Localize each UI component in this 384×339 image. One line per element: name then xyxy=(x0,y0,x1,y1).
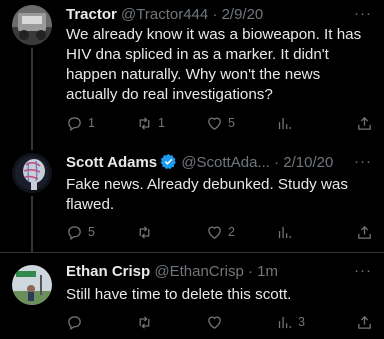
tweet-time[interactable]: · 2/9/20 xyxy=(212,6,263,23)
tweet-header: Ethan Crisp @EthanCrisp · 1m xyxy=(66,262,376,282)
reply-count: 5 xyxy=(88,225,95,239)
tweet-ethan-crisp[interactable]: Ethan Crisp @EthanCrisp · 1m ··· Still h… xyxy=(0,262,384,339)
author-name[interactable]: Tractor xyxy=(66,6,117,23)
like-button[interactable]: 5 xyxy=(206,113,235,133)
views-button[interactable] xyxy=(276,222,298,242)
views-button[interactable] xyxy=(276,113,298,133)
heart-icon xyxy=(208,117,221,130)
share-icon xyxy=(358,315,371,329)
author-name[interactable]: Scott Adams xyxy=(66,154,157,171)
author-handle[interactable]: @ScottAda... xyxy=(181,154,270,171)
like-count: 2 xyxy=(228,225,235,239)
reply-button[interactable] xyxy=(66,312,88,332)
author-handle[interactable]: @Tractor444 xyxy=(121,6,208,23)
avatar[interactable] xyxy=(12,153,52,193)
retweet-button[interactable]: 1 xyxy=(136,113,165,133)
share-button[interactable] xyxy=(356,113,373,133)
tweet-header: Scott Adams @ScottAda... · 2/10/20 xyxy=(66,153,376,173)
more-icon[interactable]: ··· xyxy=(354,262,372,279)
tweet-actions: 3 xyxy=(66,312,374,332)
more-icon[interactable]: ··· xyxy=(354,5,372,22)
like-button[interactable]: 2 xyxy=(206,222,235,242)
author-name[interactable]: Ethan Crisp xyxy=(66,263,150,280)
heart-icon xyxy=(208,226,221,239)
views-icon xyxy=(278,117,291,129)
reply-icon xyxy=(68,116,81,131)
retweet-count: 1 xyxy=(158,116,165,130)
retweet-icon xyxy=(139,315,150,329)
retweet-button[interactable] xyxy=(136,222,158,242)
tweet-time[interactable]: · 2/10/20 xyxy=(274,154,333,171)
tweet-header: Tractor @Tractor444 · 2/9/20 xyxy=(66,5,376,25)
reply-button[interactable]: 1 xyxy=(66,113,95,133)
reply-button[interactable]: 5 xyxy=(66,222,95,242)
author-handle[interactable]: @EthanCrisp xyxy=(154,263,243,280)
views-button[interactable]: 3 xyxy=(276,312,305,332)
tweet-tractor[interactable]: Tractor @Tractor444 · 2/9/20 ··· We alre… xyxy=(0,0,384,150)
more-icon[interactable]: ··· xyxy=(354,153,372,170)
views-icon xyxy=(278,226,291,238)
tweet-time[interactable]: · 1m xyxy=(248,263,278,280)
like-count: 5 xyxy=(228,116,235,130)
views-count: 3 xyxy=(298,315,305,329)
tweet-text: Still have time to delete this scott. xyxy=(66,286,292,303)
divider xyxy=(0,252,384,253)
views-icon xyxy=(278,316,291,328)
thread-line xyxy=(31,48,33,150)
tweet-text: Fake news. Already debunked. Study was f… xyxy=(66,176,348,213)
reply-count: 1 xyxy=(88,116,95,130)
avatar[interactable] xyxy=(12,5,52,45)
share-icon xyxy=(358,225,371,239)
share-button[interactable] xyxy=(356,312,373,332)
heart-icon xyxy=(208,316,221,329)
retweet-icon xyxy=(139,116,150,130)
verified-badge-icon xyxy=(160,153,177,176)
avatar[interactable] xyxy=(12,265,52,305)
share-button[interactable] xyxy=(356,222,373,242)
thread-line xyxy=(31,196,33,252)
retweet-button[interactable] xyxy=(136,312,158,332)
retweet-icon xyxy=(139,225,150,239)
reply-icon xyxy=(68,315,81,330)
tweet-scott-adams[interactable]: Scott Adams @ScottAda... · 2/10/20 ··· F… xyxy=(0,150,384,252)
tweet-actions: 5 2 xyxy=(66,222,374,242)
reply-icon xyxy=(68,225,81,240)
share-icon xyxy=(358,116,371,130)
tweet-actions: 1 1 5 xyxy=(66,113,374,133)
like-button[interactable] xyxy=(206,312,228,332)
tweet-text: We already know it was a bioweapon. It h… xyxy=(66,26,362,103)
